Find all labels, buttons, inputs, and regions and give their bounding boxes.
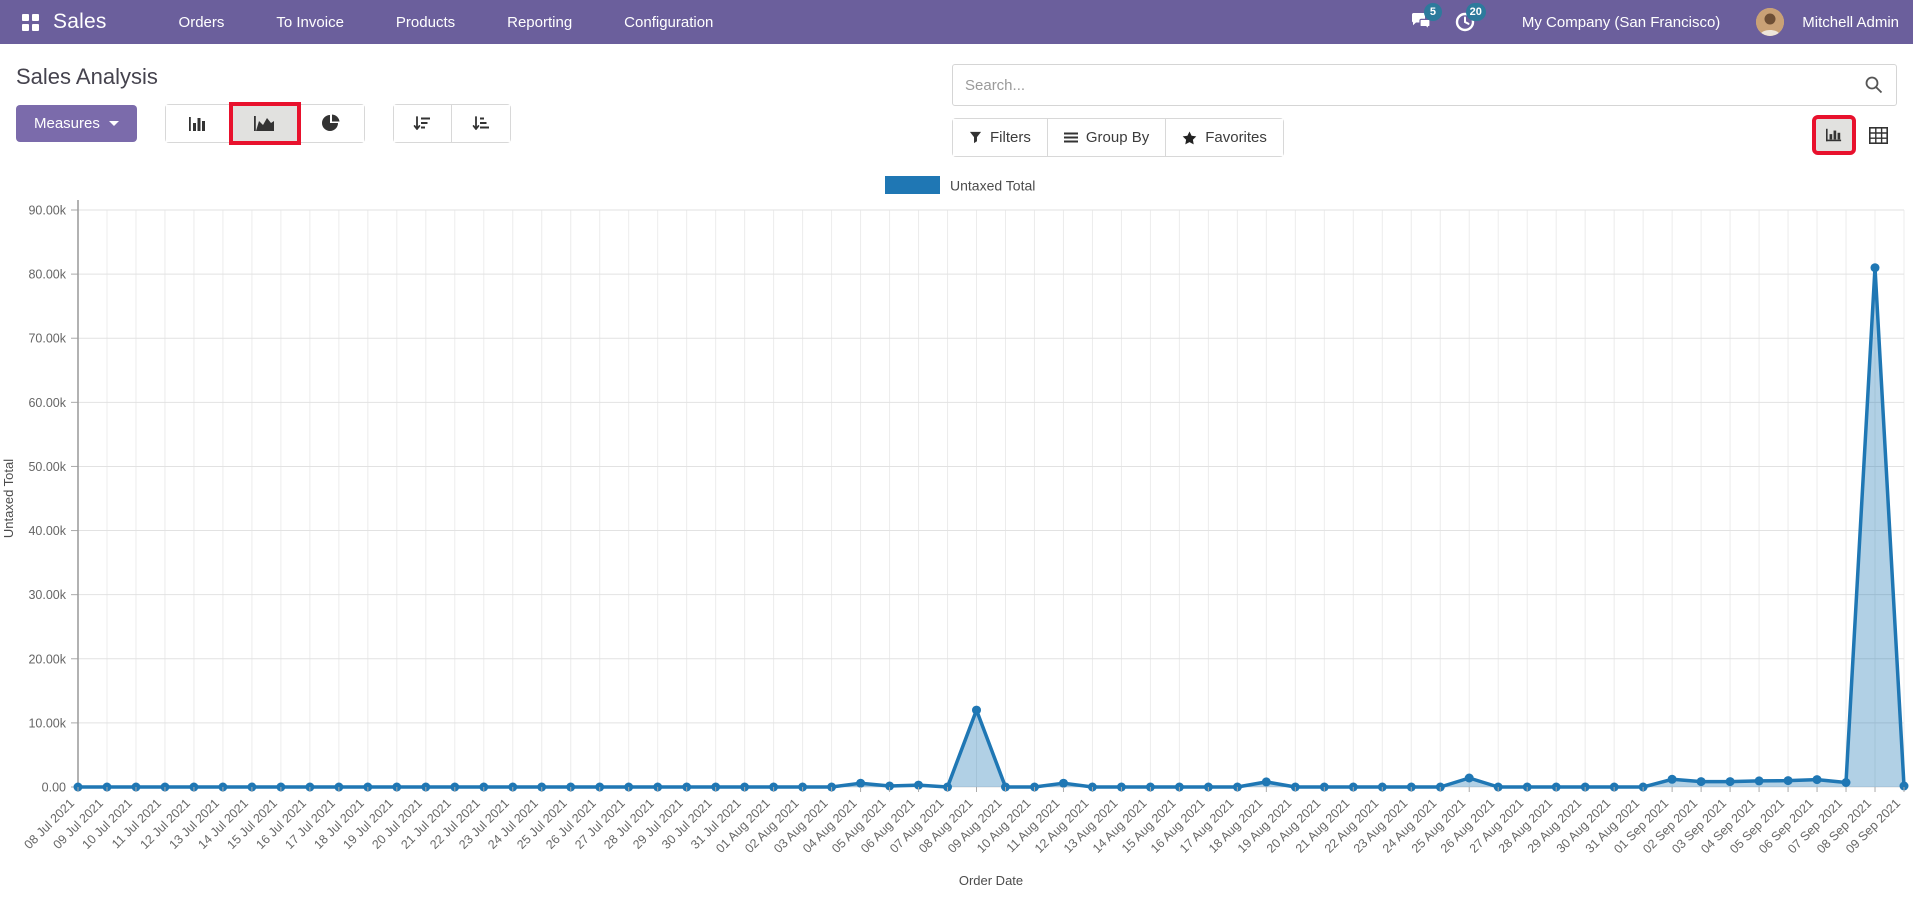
star-icon: [1182, 131, 1197, 144]
menu-to-invoice[interactable]: To Invoice: [254, 2, 366, 43]
sort-ascending-button[interactable]: [451, 105, 510, 142]
y-tick-label: 90.00k: [28, 204, 66, 218]
data-point[interactable]: [1261, 777, 1271, 787]
data-point[interactable]: [1783, 776, 1793, 786]
favorites-label: Favorites: [1205, 129, 1267, 146]
control-panel: Sales Analysis Measures Search... Filter…: [0, 44, 1913, 157]
chevron-down-icon: [108, 121, 119, 126]
area-chart-icon: [254, 115, 275, 131]
data-point[interactable]: [1725, 777, 1735, 787]
sort-group: [392, 104, 511, 143]
graph-view-button[interactable]: [1812, 115, 1856, 155]
search-icon[interactable]: [1864, 75, 1884, 100]
messages-button[interactable]: 5: [1404, 3, 1442, 39]
data-point[interactable]: [972, 705, 981, 715]
activities-button[interactable]: 20: [1448, 3, 1486, 39]
y-axis-title: Untaxed Total: [1, 459, 16, 538]
sort-descending-button[interactable]: [393, 105, 452, 142]
menu-orders[interactable]: Orders: [157, 2, 247, 43]
data-point[interactable]: [1812, 775, 1822, 785]
y-tick-label: 80.00k: [28, 268, 66, 282]
pie-chart-icon: [321, 114, 340, 131]
bar-chart-icon: [189, 116, 206, 131]
filters-label: Filters: [990, 129, 1031, 146]
series-line: [78, 265, 1906, 789]
search-input[interactable]: [953, 65, 1896, 105]
measures-button[interactable]: Measures: [16, 105, 137, 142]
y-tick-label: 20.00k: [28, 652, 66, 666]
activities-count-badge: 20: [1465, 3, 1486, 21]
legend-label[interactable]: Untaxed Total: [950, 178, 1035, 194]
company-switcher[interactable]: My Company (San Francisco): [1522, 14, 1720, 31]
top-nav-bar: Sales Orders To Invoice Products Reporti…: [0, 0, 1913, 44]
group-by-label: Group By: [1085, 129, 1150, 146]
line-chart-button[interactable]: [228, 102, 301, 145]
y-tick-label: 40.00k: [28, 524, 66, 538]
data-point[interactable]: [856, 778, 866, 788]
y-tick-label: 10.00k: [28, 716, 66, 730]
systray: 5 20 My Company (San Francisco) Mitchell…: [1404, 3, 1899, 39]
series-area-fill: [78, 267, 1904, 787]
measures-label: Measures: [34, 115, 100, 132]
page-title: Sales Analysis: [16, 64, 158, 89]
menu-reporting[interactable]: Reporting: [485, 2, 594, 43]
main-menu: Orders To Invoice Products Reporting Con…: [157, 2, 736, 43]
pivot-table-icon: [1868, 126, 1888, 144]
x-axis-title: Order Date: [959, 873, 1023, 888]
view-switcher: [1812, 115, 1897, 155]
user-avatar[interactable]: [1756, 8, 1785, 36]
menu-configuration[interactable]: Configuration: [602, 2, 735, 43]
y-tick-label: 70.00k: [28, 332, 66, 346]
filter-funnel-icon: [969, 131, 982, 144]
legend-swatch: [885, 176, 940, 194]
bar-chart-button[interactable]: [165, 105, 232, 142]
app-name[interactable]: Sales: [53, 10, 107, 34]
data-point[interactable]: [1754, 776, 1764, 786]
avatar-image: [1756, 8, 1785, 36]
data-point[interactable]: [1667, 774, 1677, 784]
chart-type-group: [164, 102, 365, 145]
pivot-view-button[interactable]: [1859, 118, 1897, 152]
group-by-icon: [1063, 132, 1078, 143]
graph-view-icon: [1826, 128, 1842, 142]
data-point[interactable]: [1059, 778, 1068, 788]
user-menu[interactable]: Mitchell Admin: [1802, 14, 1899, 31]
data-point[interactable]: [1870, 263, 1880, 273]
y-tick-label: 30.00k: [28, 588, 66, 602]
apps-menu-icon[interactable]: [22, 13, 39, 31]
area-chart-canvas: 0.00 10.00k 20.00k 30.00k 40.00k 50.00k 60.00k…: [1, 176, 1909, 888]
sales-analysis-chart: 0.00 10.00k 20.00k 30.00k 40.00k 50.00k 60.00k…: [0, 150, 1913, 897]
sort-descending-icon: [414, 115, 431, 130]
data-point[interactable]: [1464, 773, 1474, 783]
y-tick-label: 60.00k: [28, 396, 66, 410]
pie-chart-button[interactable]: [297, 105, 364, 142]
y-tick-label: 0.00: [42, 781, 66, 795]
search-bar: [952, 64, 1897, 106]
y-tick-label: 50.00k: [28, 460, 66, 474]
data-point[interactable]: [1841, 778, 1851, 787]
data-point[interactable]: [1696, 777, 1706, 787]
messages-count-badge: 5: [1423, 3, 1442, 21]
sort-ascending-icon: [472, 115, 489, 130]
menu-products[interactable]: Products: [374, 2, 477, 43]
